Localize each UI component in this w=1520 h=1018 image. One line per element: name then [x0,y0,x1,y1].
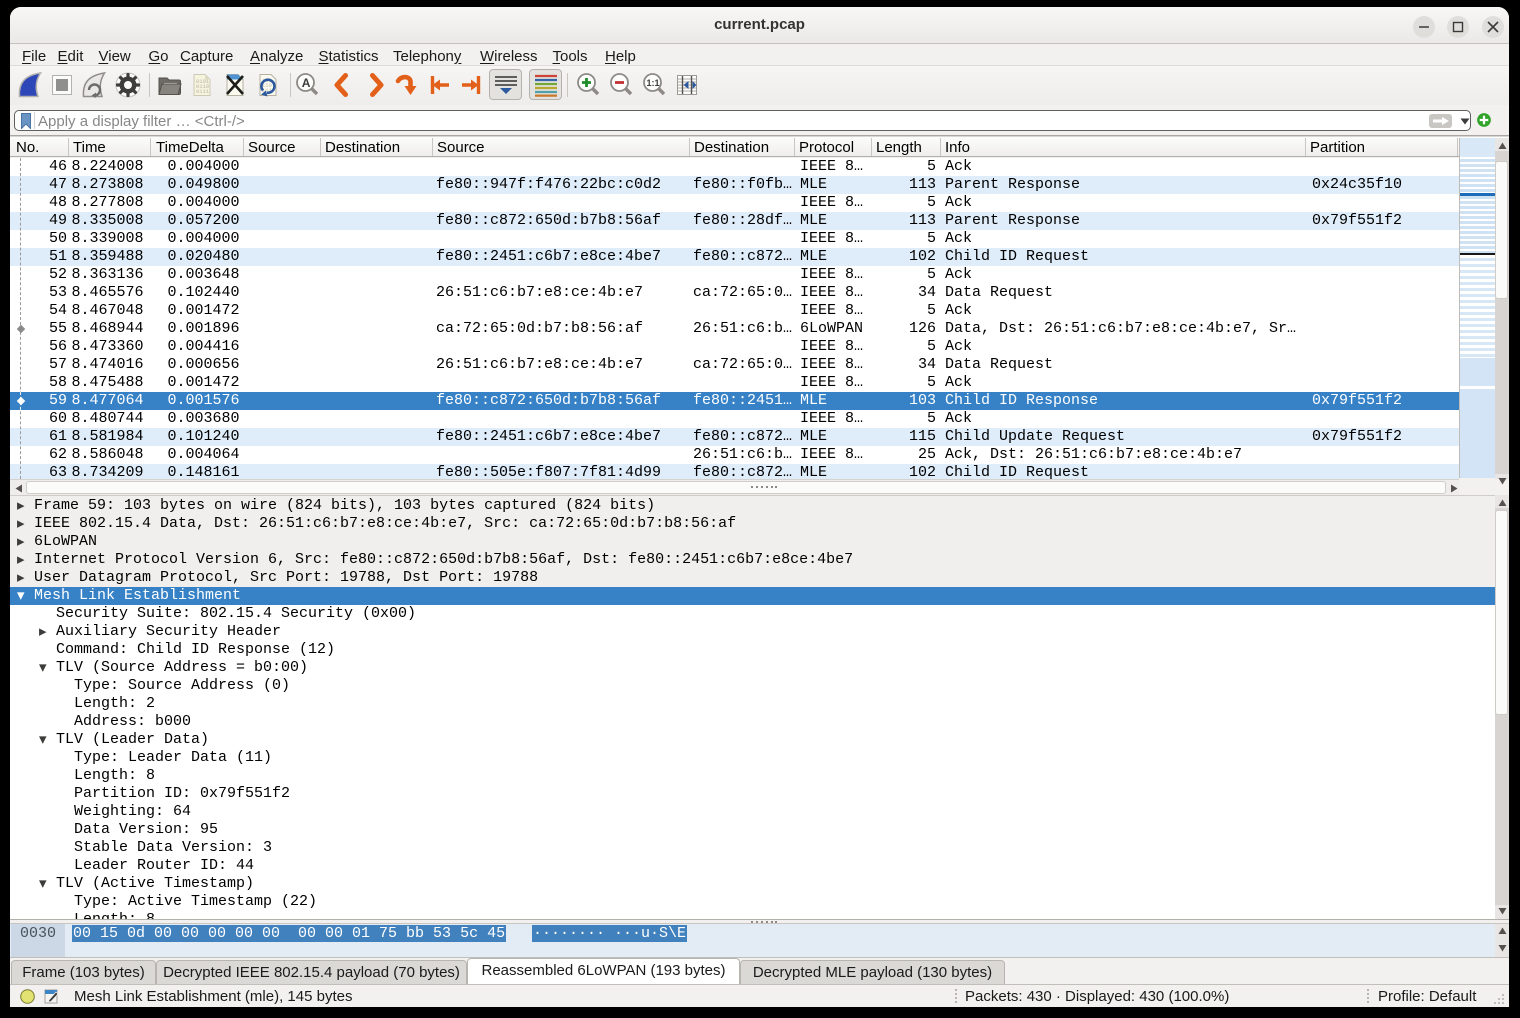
svg-text:1:1: 1:1 [647,78,660,88]
svg-text:0111: 0111 [196,88,210,95]
svg-text:A: A [302,76,311,90]
